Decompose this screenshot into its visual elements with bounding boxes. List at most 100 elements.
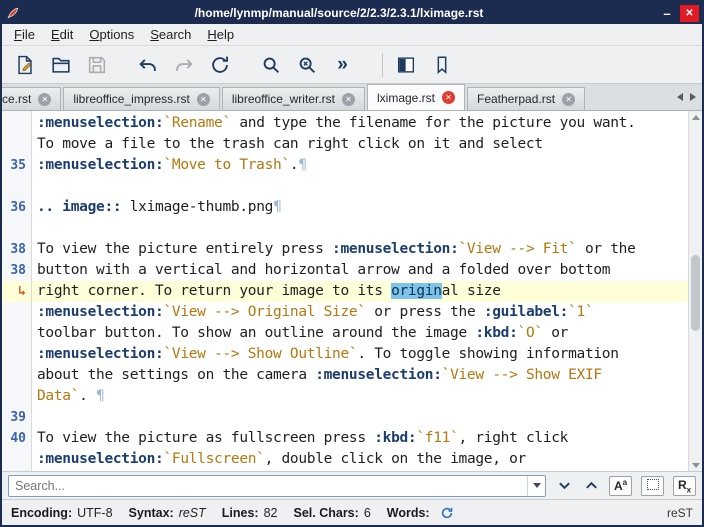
- tab-Featherpad.rst[interactable]: Featherpad.rst✕: [467, 87, 585, 110]
- editor-line[interactable]: about the settings on the camera :menuse…: [32, 365, 688, 386]
- new-document-button[interactable]: [11, 51, 38, 78]
- editor-line[interactable]: toolbar button. To show an outline aroun…: [32, 323, 688, 344]
- scrollbar-thumb[interactable]: [691, 255, 700, 331]
- tab-libreoffice_impress.rst[interactable]: libreoffice_impress.rst ✕: [63, 87, 219, 110]
- selected-text: origin: [391, 283, 442, 299]
- find-previous-button[interactable]: [582, 476, 600, 496]
- whole-word-button[interactable]: [641, 476, 664, 496]
- status-selchars: Sel. Chars:6: [294, 506, 371, 520]
- toolbar-separator: [382, 53, 383, 77]
- scroll-tabs-right-icon[interactable]: [690, 93, 696, 101]
- code-segment: `Move to Trash`: [163, 157, 289, 173]
- redo-icon: [173, 54, 195, 76]
- status-fields: Encoding:UTF-8Syntax:reSTLines:82Sel. Ch…: [11, 506, 454, 520]
- code-segment: , double click on the image, or: [265, 451, 526, 467]
- editor-line[interactable]: :menuselection:`View --> Original Size` …: [32, 302, 688, 323]
- editor-line[interactable]: :menuselection:`Rename` and type the fil…: [32, 113, 688, 134]
- app-icon: [5, 5, 21, 21]
- editor-line[interactable]: .. image:: lximage-thumb.png¶: [32, 197, 688, 218]
- status-words: Words:: [387, 506, 454, 520]
- editor-line[interactable]: Data`. ¶: [32, 386, 688, 407]
- menu-file[interactable]: File: [6, 25, 43, 44]
- editor-line[interactable]: :menuselection:`Fullscreen`, double clic…: [32, 449, 688, 470]
- editor-line[interactable]: [32, 218, 688, 239]
- undo-button[interactable]: [134, 51, 161, 78]
- chevron-down-icon: [533, 483, 541, 488]
- scroll-down-icon[interactable]: [689, 459, 702, 471]
- scroll-tabs-left-icon[interactable]: [677, 93, 683, 101]
- code-segment: ¶: [298, 157, 306, 173]
- line-number: 40: [2, 428, 31, 449]
- editor-line[interactable]: :menuselection:`Move to Trash`.¶: [32, 155, 688, 176]
- refresh-icon[interactable]: [440, 506, 454, 520]
- side-pane-icon: [395, 54, 417, 76]
- more-tools-button[interactable]: »: [329, 51, 356, 78]
- tab-label: libreoffice_impress.rst: [73, 92, 189, 106]
- editor-line[interactable]: :menuselection:`View --> Show Outline`. …: [32, 344, 688, 365]
- menu-options[interactable]: Options: [81, 25, 142, 44]
- code-segment: right corner. To return your image to it…: [37, 283, 391, 299]
- editor-line[interactable]: [32, 176, 688, 197]
- close-button[interactable]: ✕: [680, 5, 699, 22]
- tab-close-icon[interactable]: ✕: [342, 93, 355, 106]
- line-number-gutter: 35363838↳3940: [2, 111, 32, 471]
- status-lines: Lines:82: [222, 506, 278, 520]
- side-pane-button[interactable]: [392, 51, 419, 78]
- editor-line[interactable]: [32, 407, 688, 428]
- tab-ce.rst[interactable]: ce.rst✕: [2, 87, 61, 110]
- tab-lximage.rst[interactable]: lximage.rst✕: [367, 84, 465, 110]
- editor-line[interactable]: button with a vertical and horizontal ar…: [32, 260, 688, 281]
- find-next-button[interactable]: [555, 476, 573, 496]
- tab-close-icon[interactable]: ✕: [562, 93, 575, 106]
- scroll-up-icon[interactable]: [689, 111, 702, 123]
- tab-libreoffice_writer.rst[interactable]: libreoffice_writer.rst✕: [222, 87, 365, 110]
- code-segment: To view the picture entirely press: [37, 241, 332, 257]
- menu-edit[interactable]: Edit: [43, 25, 81, 44]
- menu-help[interactable]: Help: [199, 25, 242, 44]
- editor-area[interactable]: 35363838↳3940 :menuselection:`Rename` an…: [2, 111, 702, 471]
- find-replace-button[interactable]: [293, 51, 320, 78]
- tab-close-icon[interactable]: ✕: [442, 91, 455, 104]
- find-button[interactable]: [257, 51, 284, 78]
- text-area[interactable]: :menuselection:`Rename` and type the fil…: [32, 111, 688, 471]
- wrap-indicator: ↳: [2, 281, 31, 302]
- code-segment: Data`: [37, 388, 79, 404]
- status-label: Words:: [387, 506, 430, 520]
- tab-scroll-controls: [671, 84, 702, 110]
- menu-bar: FileEditOptionsSearchHelp: [2, 24, 702, 46]
- tab-close-icon[interactable]: ✕: [38, 93, 51, 106]
- status-label: Syntax:: [129, 506, 174, 520]
- status-label: Sel. Chars:: [294, 506, 359, 520]
- search-input[interactable]: [9, 479, 527, 493]
- code-segment: al size: [442, 283, 501, 299]
- editor-line[interactable]: To view the picture as fullscreen press …: [32, 428, 688, 449]
- editor-line[interactable]: To move a file to the trash can right cl…: [32, 134, 688, 155]
- code-segment: `View --> Original Size`: [163, 304, 365, 320]
- match-case-button[interactable]: Aa: [609, 476, 632, 496]
- search-history-dropdown[interactable]: [527, 476, 545, 496]
- regex-button[interactable]: Rx: [673, 476, 696, 496]
- tab-close-icon[interactable]: ✕: [197, 93, 210, 106]
- code-segment: :menuselection:: [37, 115, 163, 131]
- code-segment: `View --> Show EXIF: [442, 367, 602, 383]
- line-number: [2, 113, 31, 134]
- editor-line[interactable]: To view the picture entirely press :menu…: [32, 239, 688, 260]
- minimize-button[interactable]: –: [657, 4, 677, 22]
- line-number: [2, 134, 31, 155]
- open-file-button[interactable]: [47, 51, 74, 78]
- code-segment: :guilabel:: [484, 304, 568, 320]
- status-label: Lines:: [222, 506, 259, 520]
- save-button: [83, 51, 110, 78]
- code-segment: `Rename`: [163, 115, 230, 131]
- status-right-text: reST: [667, 506, 693, 520]
- reload-button[interactable]: [206, 51, 233, 78]
- editor-line[interactable]: right corner. To return your image to it…: [32, 281, 688, 302]
- editor-scrollbar[interactable]: [688, 111, 702, 471]
- code-segment: :kbd:: [475, 325, 517, 341]
- menu-search[interactable]: Search: [142, 25, 199, 44]
- code-segment: toolbar button. To show an outline aroun…: [37, 325, 475, 341]
- find-previous-icon: [584, 478, 599, 493]
- more-tools-icon: »: [337, 55, 348, 74]
- line-number: [2, 176, 31, 197]
- bookmark-button[interactable]: [428, 51, 455, 78]
